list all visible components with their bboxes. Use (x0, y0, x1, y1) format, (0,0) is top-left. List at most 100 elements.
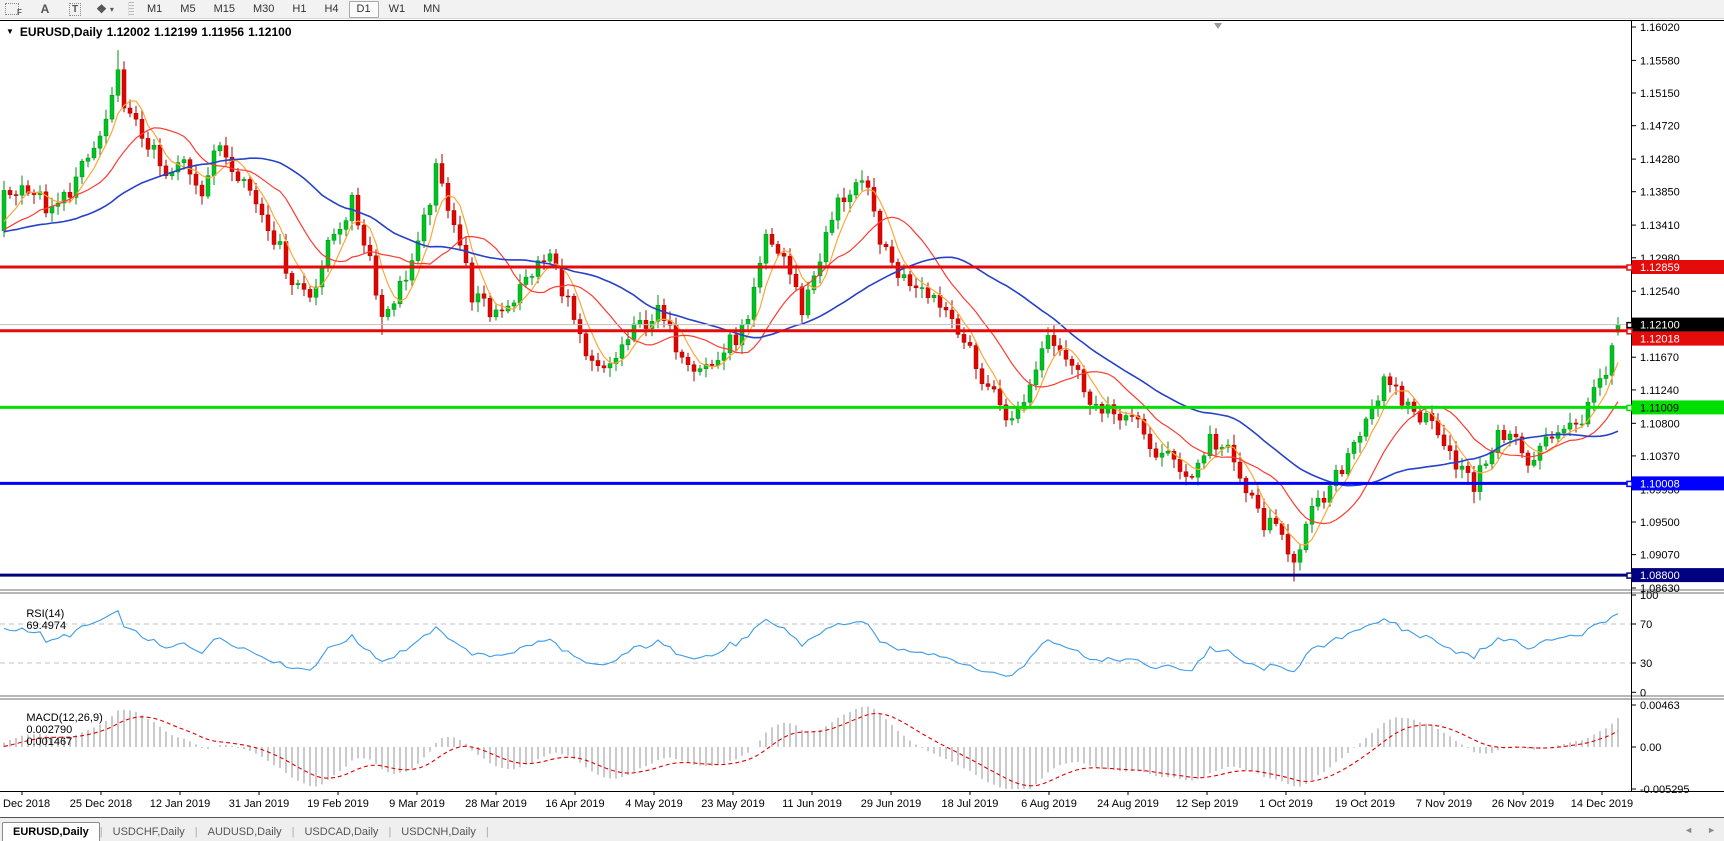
timeframe-button-h4[interactable]: H4 (316, 1, 346, 18)
timeframe-button-m1[interactable]: M1 (139, 1, 170, 18)
chart-shift-marker-icon[interactable] (1214, 23, 1222, 29)
tab-eurusd[interactable]: EURUSD,Daily (2, 822, 100, 841)
candle-body (566, 296, 570, 297)
timeframe-button-m30[interactable]: M30 (245, 1, 282, 18)
date-tick-label: 18 Jul 2019 (942, 798, 999, 810)
tab-audusd[interactable]: AUDUSD,Daily (198, 823, 292, 841)
candle-body (1286, 534, 1290, 554)
candle-body (224, 146, 228, 158)
price-tick-label: 1.11670 (1640, 352, 1679, 364)
arrows-tool-icon[interactable]: ❖▾ (93, 1, 117, 17)
candle-body (8, 190, 12, 194)
candle-body (1076, 365, 1080, 369)
candle-body (974, 346, 978, 369)
candle-body (1166, 451, 1170, 453)
date-tick-label: 28 Mar 2019 (465, 798, 527, 810)
candle-body (434, 164, 438, 206)
candle-body (1556, 433, 1560, 439)
candle-body (14, 195, 18, 196)
candle-body (1448, 446, 1452, 451)
timeframe-button-h1[interactable]: H1 (284, 1, 314, 18)
candle-body (842, 198, 846, 202)
candle-body (692, 365, 696, 372)
candle-body (362, 225, 366, 245)
trading-app-window: F A T ❖▾ M1M5M15M30H1H4D1W1MN 1.160201.1… (0, 0, 1724, 841)
candle-body (452, 211, 456, 225)
rsi-tick-label: 30 (1640, 658, 1652, 670)
candle-body (116, 70, 120, 96)
candle-body (80, 161, 84, 177)
timeframe-button-w1[interactable]: W1 (381, 1, 414, 18)
candle-body (734, 335, 738, 345)
timeframe-button-m5[interactable]: M5 (172, 1, 203, 18)
price-tick-label: 1.14280 (1640, 154, 1680, 166)
candle-body (1538, 446, 1542, 460)
candle-body (302, 284, 306, 290)
tab-usdchf[interactable]: USDCHF,Daily (103, 823, 195, 841)
date-tick-label: 9 Mar 2019 (389, 798, 445, 810)
candle-body (884, 244, 888, 247)
tab-usdcad[interactable]: USDCAD,Daily (294, 823, 388, 841)
date-tick-label: 11 Jun 2019 (782, 798, 842, 810)
macd-main-value: 0.002790 (26, 724, 72, 736)
rsi-name: RSI(14) (26, 608, 64, 620)
timeframe-button-m15[interactable]: M15 (206, 1, 243, 18)
rsi-tick-label: 0 (1640, 687, 1646, 699)
scroll-right-icon[interactable]: ► (1707, 825, 1716, 835)
timeframe-button-mn[interactable]: MN (415, 1, 448, 18)
expand-triangle-icon[interactable]: ▼ (6, 27, 14, 36)
timeframe-buttons-group: M1M5M15M30H1H4D1W1MN (138, 0, 449, 18)
scroll-left-icon[interactable]: ◄ (1684, 825, 1693, 835)
price-tick-label: 1.14720 (1640, 121, 1680, 133)
tab-usdcnh[interactable]: USDCNH,Daily (391, 823, 486, 841)
candle-body (494, 310, 498, 317)
candle-body (836, 198, 840, 220)
horizontal-lines[interactable] (0, 267, 1631, 575)
candle-body (530, 276, 534, 277)
candle-body (1070, 359, 1074, 365)
candle-body (584, 334, 588, 356)
date-tick-label: 6 Aug 2019 (1021, 798, 1077, 810)
candle-body (266, 215, 270, 231)
badge-anchor-square (1627, 265, 1632, 270)
date-axis: 6 Dec 201825 Dec 201812 Jan 201931 Jan 2… (0, 791, 1633, 810)
price-tick-label: 1.13850 (1640, 187, 1680, 199)
chart-canvas[interactable]: 1.160201.155801.151501.147201.142801.138… (0, 20, 1724, 841)
fibonacci-icon[interactable]: F (3, 1, 27, 17)
candle-body (932, 295, 936, 297)
candle-body (680, 352, 684, 357)
candle-body (890, 247, 894, 263)
candle-body (938, 295, 942, 307)
macd-label: MACD(12,26,9) 0.002790 0.001467 (8, 700, 103, 760)
date-tick-label: 29 Jun 2019 (861, 798, 922, 810)
candle-body (182, 160, 186, 163)
candle-body (878, 211, 882, 244)
candle-body (98, 136, 102, 148)
candle-body (806, 290, 810, 315)
candle-body (236, 172, 240, 181)
candle-body (980, 369, 984, 384)
price-badge-1.10008-label: 1.10008 (1640, 478, 1680, 490)
candle-body (998, 389, 1002, 405)
candle-body (1352, 442, 1356, 453)
timeframe-button-d1[interactable]: D1 (349, 1, 379, 18)
date-tick-label: 16 Apr 2019 (545, 798, 604, 810)
candle-body (1418, 412, 1422, 423)
candle-body (1358, 436, 1362, 442)
rsi-panel (0, 611, 1631, 677)
candle-body (428, 205, 432, 215)
candle-body (1514, 434, 1518, 437)
candle-body (536, 261, 540, 277)
candle-body (596, 361, 600, 366)
text-label-tool-icon[interactable]: T (63, 1, 87, 17)
macd-tick-label: 0.00 (1640, 742, 1661, 754)
macd-tick-label: 0.00463 (1640, 700, 1680, 712)
candle-body (524, 277, 528, 284)
candle-body (1094, 404, 1098, 405)
date-tick-label: 23 May 2019 (701, 798, 765, 810)
candle-body (464, 245, 468, 263)
text-tool-icon[interactable]: A (33, 1, 57, 17)
macd-signal-value: 0.001467 (26, 736, 72, 748)
candle-body (218, 146, 222, 151)
candles (2, 50, 1620, 581)
